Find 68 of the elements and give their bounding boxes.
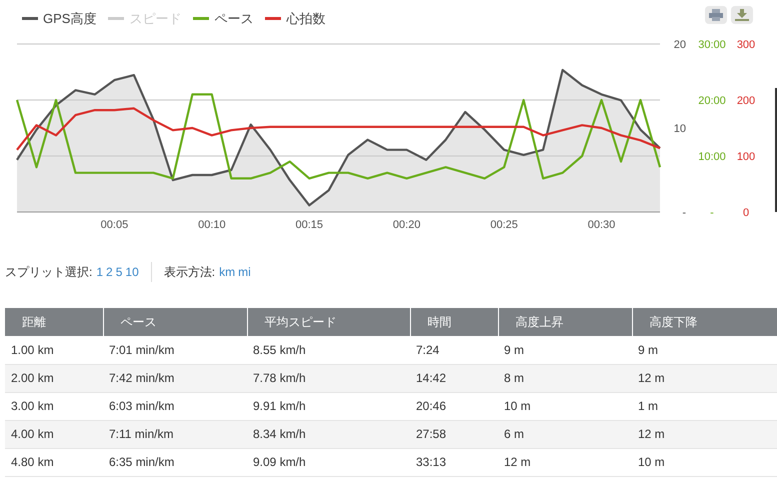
x-axis-label: 00:15: [296, 219, 324, 231]
legend-item[interactable]: 心拍数: [265, 9, 326, 28]
y-axis-label: 300: [736, 39, 756, 51]
table-cell: 4.00 km: [5, 420, 103, 448]
table-cell: 10 m: [498, 392, 632, 420]
y-axis-label: 30:00: [698, 39, 726, 51]
y-axis-label: 10: [674, 123, 686, 135]
display-label: 表示方法:: [164, 264, 216, 281]
table-cell: 9 m: [498, 336, 632, 364]
split-option-link[interactable]: 10: [125, 263, 139, 281]
download-icon: [735, 9, 749, 21]
table-cell: 1.00 km: [5, 336, 103, 364]
table-cell: 14:42: [410, 364, 498, 392]
y-axis-label: 20: [674, 39, 686, 51]
table-cell: 6 m: [498, 420, 632, 448]
table-cell: 7:11 min/km: [103, 420, 247, 448]
table-cell: 6:03 min/km: [103, 392, 247, 420]
x-axis-label: 00:30: [588, 219, 616, 231]
split-label: スプリット選択:: [5, 264, 92, 281]
table-cell: 7:42 min/km: [103, 364, 247, 392]
table-cell: 7.78 km/h: [247, 364, 410, 392]
table-cell: 7:01 min/km: [103, 336, 247, 364]
column-header: 平均スピード: [247, 308, 410, 336]
split-option-link[interactable]: 2: [106, 263, 113, 281]
column-header: 高度下降: [632, 308, 777, 336]
y-axis-label: 20:00: [698, 95, 726, 107]
split-option-link[interactable]: 1: [96, 263, 104, 281]
table-cell: 12 m: [498, 448, 632, 476]
print-icon: [709, 9, 723, 21]
column-header: ペース: [103, 308, 247, 336]
table-cell: 4.80 km: [5, 448, 103, 476]
table-cell: 9 m: [632, 336, 777, 364]
table-cell: 27:58: [410, 420, 498, 448]
column-header: 距離: [5, 308, 103, 336]
split-option-link[interactable]: 5: [116, 263, 122, 281]
legend-item[interactable]: ペース: [193, 9, 254, 28]
legend-item[interactable]: GPS高度: [22, 9, 96, 28]
y-axis-label: 0: [742, 207, 750, 219]
table-cell: 8.34 km/h: [247, 420, 410, 448]
print-button[interactable]: [705, 6, 727, 24]
table-cell: 9.09 km/h: [247, 448, 410, 476]
y-axis-label: -: [682, 207, 686, 219]
table-cell: 7:24: [410, 336, 498, 364]
table-cell: 2.00 km: [5, 364, 103, 392]
table-cell: 20:46: [410, 392, 498, 420]
table-cell: 3.00 km: [5, 392, 103, 420]
table-cell: 9.91 km/h: [247, 392, 410, 420]
x-axis-label: 00:05: [100, 219, 128, 231]
x-axis-label: 00:10: [198, 219, 226, 231]
column-header: 時間: [410, 308, 498, 336]
table-cell: 8.55 km/h: [247, 336, 410, 364]
table-cell: 12 m: [632, 364, 777, 392]
table-cell: 1 m: [632, 392, 777, 420]
x-axis-label: 00:20: [392, 219, 420, 231]
y-axis-label: -: [710, 207, 714, 219]
unit-option-link[interactable]: mi: [238, 263, 251, 281]
table-cell: 10 m: [632, 448, 777, 476]
y-axis-label: 200: [736, 95, 756, 107]
table-cell: 8 m: [498, 364, 632, 392]
column-header: 高度上昇: [498, 308, 632, 336]
table-cell: 12 m: [632, 420, 777, 448]
unit-option-link[interactable]: km: [219, 263, 236, 281]
y-axis-label: 10:00: [698, 151, 726, 163]
y-axis-label: 100: [736, 151, 756, 163]
table-cell: 33:13: [410, 448, 498, 476]
x-axis-label: 00:25: [490, 219, 518, 231]
download-button[interactable]: [731, 6, 753, 24]
table-cell: 6:35 min/km: [103, 448, 247, 476]
